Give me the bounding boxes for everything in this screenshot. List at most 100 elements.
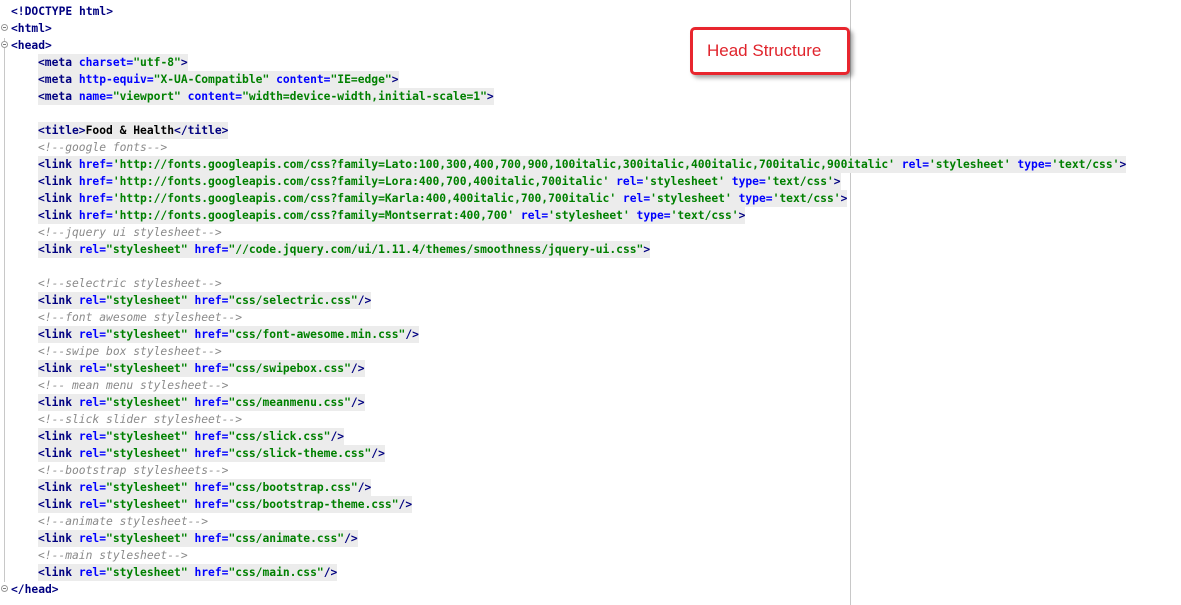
code-line[interactable]: <link href='http://fonts.googleapis.com/… (0, 190, 1181, 207)
code-line[interactable]: <link rel="stylesheet" href="css/bootstr… (0, 496, 1181, 513)
code-line[interactable]: <!--jquery ui stylesheet--> (0, 224, 1181, 241)
code-line[interactable]: <html> (0, 20, 1181, 37)
code-token-attr: rel= (78, 294, 107, 307)
code-line[interactable]: <meta name="viewport" content="width=dev… (0, 88, 1181, 105)
code-token-attr: type= (731, 192, 773, 205)
code-line[interactable] (0, 258, 1181, 275)
code-token-val: "css/slick-theme.css" (228, 447, 372, 460)
code-line[interactable]: <!--google fonts--> (0, 139, 1181, 156)
code-line-text: <!--animate stylesheet--> (38, 513, 209, 530)
code-line-text: <!--main stylesheet--> (38, 547, 188, 564)
code-token-val: "stylesheet" (106, 328, 188, 341)
code-line[interactable]: <!--font awesome stylesheet--> (0, 309, 1181, 326)
code-line-text: <link rel="stylesheet" href="css/animate… (38, 530, 358, 547)
code-line-text: <!--font awesome stylesheet--> (38, 309, 243, 326)
code-line[interactable]: <link href='http://fonts.googleapis.com/… (0, 173, 1181, 190)
code-token-tag: /> (398, 498, 413, 511)
code-line[interactable]: <link rel="stylesheet" href="//code.jque… (0, 241, 1181, 258)
code-token-attr: rel= (514, 209, 549, 222)
code-line[interactable]: <!--swipe box stylesheet--> (0, 343, 1181, 360)
code-line[interactable]: <!DOCTYPE html> (0, 3, 1181, 20)
code-line-text: <!DOCTYPE html> (11, 3, 114, 20)
code-token-tag: <meta (38, 73, 79, 86)
code-line[interactable]: <link rel="stylesheet" href="css/swipebo… (0, 360, 1181, 377)
code-line[interactable]: <link rel="stylesheet" href="css/selectr… (0, 292, 1181, 309)
code-line-text: <link href='http://fonts.googleapis.com/… (38, 190, 848, 207)
code-token-attr: rel= (78, 481, 107, 494)
code-line[interactable]: <head> (0, 37, 1181, 54)
code-line[interactable]: <meta http-equiv="X-UA-Compatible" conte… (0, 71, 1181, 88)
code-line[interactable]: <!-- mean menu stylesheet--> (0, 377, 1181, 394)
code-token-tag: > (840, 192, 848, 205)
code-line[interactable]: <link rel="stylesheet" href="css/meanmen… (0, 394, 1181, 411)
fold-toggle-icon[interactable] (1, 41, 8, 48)
code-line-text: <link href='http://fonts.googleapis.com/… (38, 207, 746, 224)
code-line[interactable] (0, 105, 1181, 122)
code-line[interactable]: <title>Food & Health</title> (0, 122, 1181, 139)
code-token-val: "X-UA-Compatible" (153, 73, 270, 86)
code-token-val: "stylesheet" (106, 294, 188, 307)
code-token-cmt: <!--bootstrap stylesheets--> (38, 464, 229, 477)
code-token-attr: href= (187, 566, 229, 579)
code-token-attr: href= (187, 447, 229, 460)
fold-toggle-icon[interactable] (1, 585, 8, 592)
code-line[interactable]: <!--bootstrap stylesheets--> (0, 462, 1181, 479)
fold-toggle-icon[interactable] (1, 24, 8, 31)
code-line-text: <meta name="viewport" content="width=dev… (38, 88, 494, 105)
code-line[interactable]: <link rel="stylesheet" href="css/slick.c… (0, 428, 1181, 445)
code-line[interactable]: <link href='http://fonts.googleapis.com/… (0, 207, 1181, 224)
code-token-val: "//code.jquery.com/ui/1.11.4/themes/smoo… (228, 243, 644, 256)
code-token-attr: type= (724, 175, 766, 188)
code-token-attr: rel= (78, 430, 107, 443)
code-token-val: "width=device-width,initial-scale=1" (242, 90, 487, 103)
code-line-text: <!--selectric stylesheet--> (38, 275, 222, 292)
code-line[interactable]: <!--animate stylesheet--> (0, 513, 1181, 530)
code-token-attr: type= (1010, 158, 1052, 171)
code-token-attr: href= (78, 158, 113, 171)
code-line[interactable]: <link rel="stylesheet" href="css/main.cs… (0, 564, 1181, 581)
code-editor[interactable]: <!DOCTYPE html> <html> <head> <meta charset… (0, 0, 1181, 605)
code-token-val: "css/main.css" (228, 566, 324, 579)
code-token-txt: Food & Health (85, 124, 175, 137)
code-line[interactable]: </head> (0, 581, 1181, 598)
code-token-tag: <link (38, 209, 79, 222)
code-line[interactable]: <link href='http://fonts.googleapis.com/… (0, 156, 1181, 173)
code-token-tag: <link (38, 328, 79, 341)
code-token-tag: <html> (11, 22, 52, 35)
code-token-val: 'http://fonts.googleapis.com/css?family=… (112, 192, 617, 205)
code-line[interactable]: <link rel="stylesheet" href="css/animate… (0, 530, 1181, 547)
code-token-attr: rel= (78, 328, 107, 341)
code-token-tag: <link (38, 532, 79, 545)
code-token-tag: </title> (174, 124, 229, 137)
code-token-tag: <link (38, 362, 79, 375)
code-token-val: 'text/css' (772, 192, 841, 205)
code-line-text: <title>Food & Health</title> (38, 122, 229, 139)
code-line[interactable]: <link rel="stylesheet" href="css/font-aw… (0, 326, 1181, 343)
code-token-attr: type= (629, 209, 671, 222)
code-token-attr: href= (78, 175, 113, 188)
code-token-val: "css/bootstrap-theme.css" (228, 498, 399, 511)
code-area[interactable]: <!DOCTYPE html> <html> <head> <meta charset… (0, 3, 1181, 598)
code-token-tag: <link (38, 396, 79, 409)
code-line[interactable]: <!--slick slider stylesheet--> (0, 411, 1181, 428)
code-line[interactable]: <!--selectric stylesheet--> (0, 275, 1181, 292)
code-token-punc: > (106, 5, 114, 18)
code-token-val: "css/slick.css" (228, 430, 331, 443)
code-line-text: <html> (11, 20, 52, 37)
code-token-cmt: <!--google fonts--> (38, 141, 168, 154)
code-token-tag: <link (38, 192, 79, 205)
code-token-tag: > (643, 243, 651, 256)
code-token-attr: charset= (78, 56, 134, 69)
code-token-val: 'http://fonts.googleapis.com/css?family=… (112, 158, 895, 171)
code-token-attr: href= (187, 328, 229, 341)
code-token-attr: rel= (616, 192, 651, 205)
code-line-text: <link rel="stylesheet" href="css/font-aw… (38, 326, 419, 343)
code-line-text: <!--google fonts--> (38, 139, 168, 156)
code-line[interactable]: <link rel="stylesheet" href="css/slick-t… (0, 445, 1181, 462)
code-token-attr: rel= (78, 566, 107, 579)
code-line[interactable]: <meta charset="utf-8"> (0, 54, 1181, 71)
code-line[interactable]: <link rel="stylesheet" href="css/bootstr… (0, 479, 1181, 496)
code-token-cmt: <!--font awesome stylesheet--> (38, 311, 243, 324)
code-line[interactable]: <!--main stylesheet--> (0, 547, 1181, 564)
code-token-cmt: <!--jquery ui stylesheet--> (38, 226, 222, 239)
